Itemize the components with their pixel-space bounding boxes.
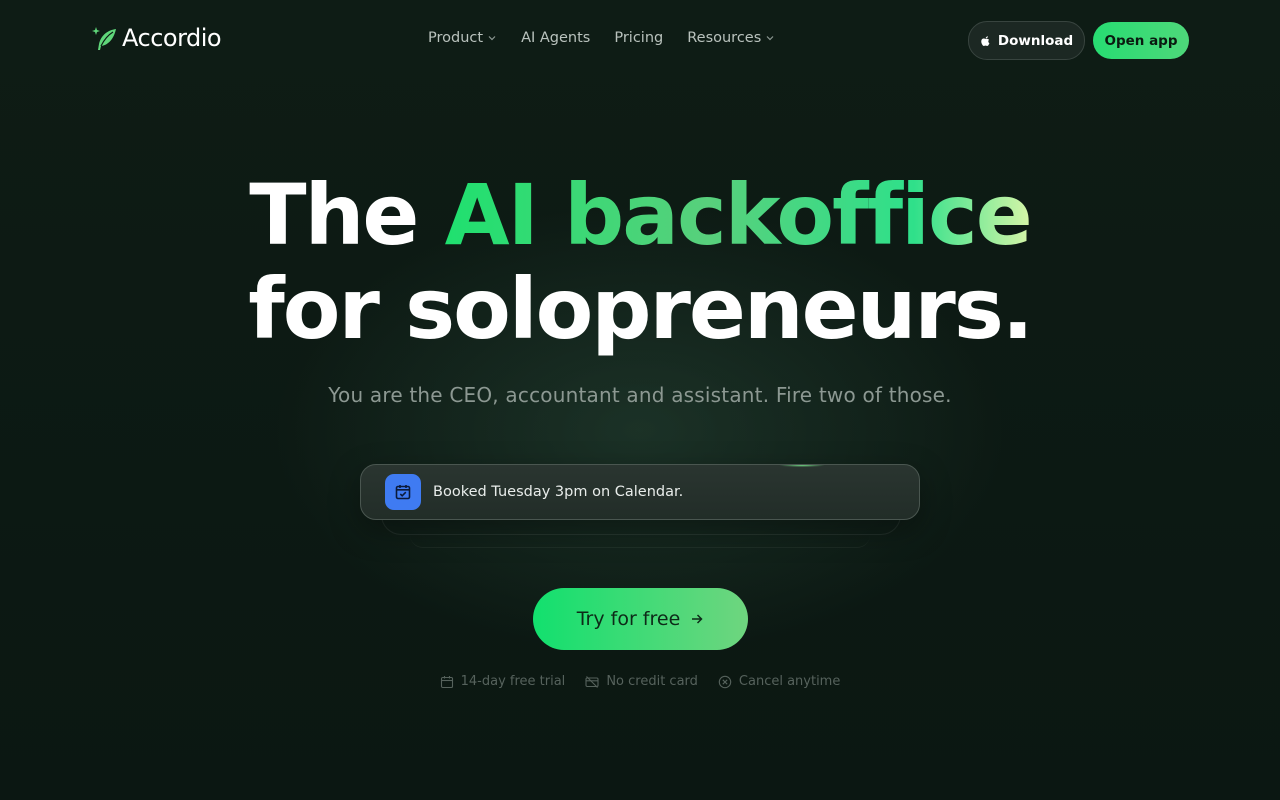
leaf-logo-icon (92, 27, 116, 50)
hero-title-plain: The (249, 166, 419, 264)
calendar-icon (440, 675, 453, 688)
hero-title: The AI backoffice for solopreneurs. (0, 168, 1280, 356)
main-menu: Product AI Agents Pricing Resources (428, 30, 775, 46)
notification-card: Booked Tuesday 3pm on Calendar. (360, 464, 920, 520)
hero-title-line-2: for solopreneurs. (248, 260, 1034, 358)
try-for-free-button[interactable]: Try for free (533, 588, 748, 650)
download-label: Download (997, 32, 1074, 49)
chevron-down-icon (766, 36, 774, 41)
logo[interactable]: Accordio (90, 24, 222, 52)
landing-page: Accordio Product AI Agents Pricing Resou… (0, 0, 1280, 800)
hero-title-line-1: The AI backoffice (0, 168, 1280, 262)
notification-stack-back (410, 535, 870, 548)
nav-item-pricing[interactable]: Pricing (614, 30, 663, 46)
open-app-button[interactable]: Open app (1093, 22, 1189, 59)
open-app-label: Open app (1104, 32, 1178, 49)
perks-list: 14-day free trial No credit card Cancel … (0, 674, 1280, 689)
brand-name: Accordio (122, 24, 222, 52)
nav-item-label: Pricing (614, 30, 664, 46)
notification-text: Booked Tuesday 3pm on Calendar. (433, 484, 684, 500)
nav-item-resources[interactable]: Resources (687, 30, 775, 46)
card-glow (779, 465, 825, 467)
cta-label: Try for free (576, 608, 681, 630)
perk-label: 14-day free trial (460, 674, 566, 689)
no-credit-card-icon (585, 675, 599, 688)
nav-item-label: Resources (687, 30, 762, 46)
calendar-check-icon (385, 474, 421, 510)
nav-item-label: Product (428, 30, 484, 46)
top-nav: Accordio Product AI Agents Pricing Resou… (0, 0, 1280, 80)
hero-subtitle: You are the CEO, accountant and assistan… (328, 383, 952, 407)
perk-label: No credit card (606, 674, 698, 689)
apple-icon (981, 35, 990, 46)
perk-item: 14-day free trial (440, 674, 566, 689)
nav-item-ai-agents[interactable]: AI Agents (521, 30, 590, 46)
nav-item-label: AI Agents (521, 30, 591, 46)
perk-label: Cancel anytime (738, 674, 841, 689)
x-circle-icon (718, 675, 732, 688)
chevron-down-icon (488, 36, 496, 41)
download-button[interactable]: Download (968, 21, 1085, 60)
perk-item: Cancel anytime (718, 674, 840, 689)
arrow-right-icon (692, 614, 703, 624)
perk-item: No credit card (585, 674, 698, 689)
nav-item-product[interactable]: Product (428, 30, 497, 46)
hero-title-highlight: AI backoffice (444, 166, 1033, 264)
